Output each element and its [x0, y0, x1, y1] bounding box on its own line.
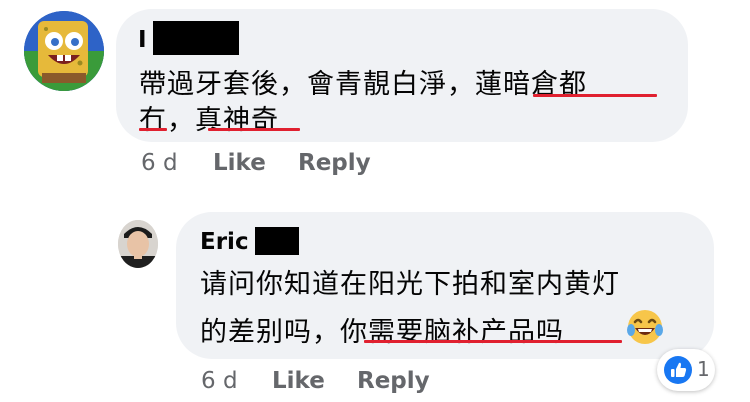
comment-text-line: 的差别吗，你需要脑补产品吗 — [200, 317, 564, 348]
comment-author[interactable]: Eric — [200, 229, 249, 255]
avatar[interactable] — [118, 220, 158, 268]
reply-button[interactable]: Reply — [298, 150, 371, 176]
like-button[interactable]: Like — [272, 368, 325, 394]
red-underline — [139, 128, 167, 131]
red-underline — [208, 128, 300, 131]
comment-text-line: 冇，真神奇 — [139, 105, 279, 136]
reply-button[interactable]: Reply — [357, 368, 430, 394]
red-underline — [533, 94, 657, 97]
comment-timestamp[interactable]: 6 d — [201, 368, 238, 394]
comment-text-line: 帶過牙套後，會青靚白淨，蓮暗倉都 — [139, 69, 587, 100]
thumbs-up-icon — [664, 356, 692, 384]
comment-author[interactable]: I — [138, 27, 147, 53]
sponge-avatar-image — [24, 11, 104, 91]
red-underline — [364, 340, 622, 343]
avatar[interactable] — [24, 11, 104, 91]
person-avatar-image — [118, 220, 158, 268]
comment-timestamp[interactable]: 6 d — [141, 150, 178, 176]
reaction-count: 1 — [697, 357, 710, 381]
redacted-name-box — [153, 21, 239, 55]
redacted-name-box — [255, 227, 299, 255]
comment-text-line: 请问你知道在阳光下拍和室内黄灯 — [200, 269, 620, 300]
reaction-badge[interactable]: 1 — [657, 349, 715, 391]
laughing-with-tears-emoji — [626, 308, 664, 346]
like-button[interactable]: Like — [213, 150, 266, 176]
